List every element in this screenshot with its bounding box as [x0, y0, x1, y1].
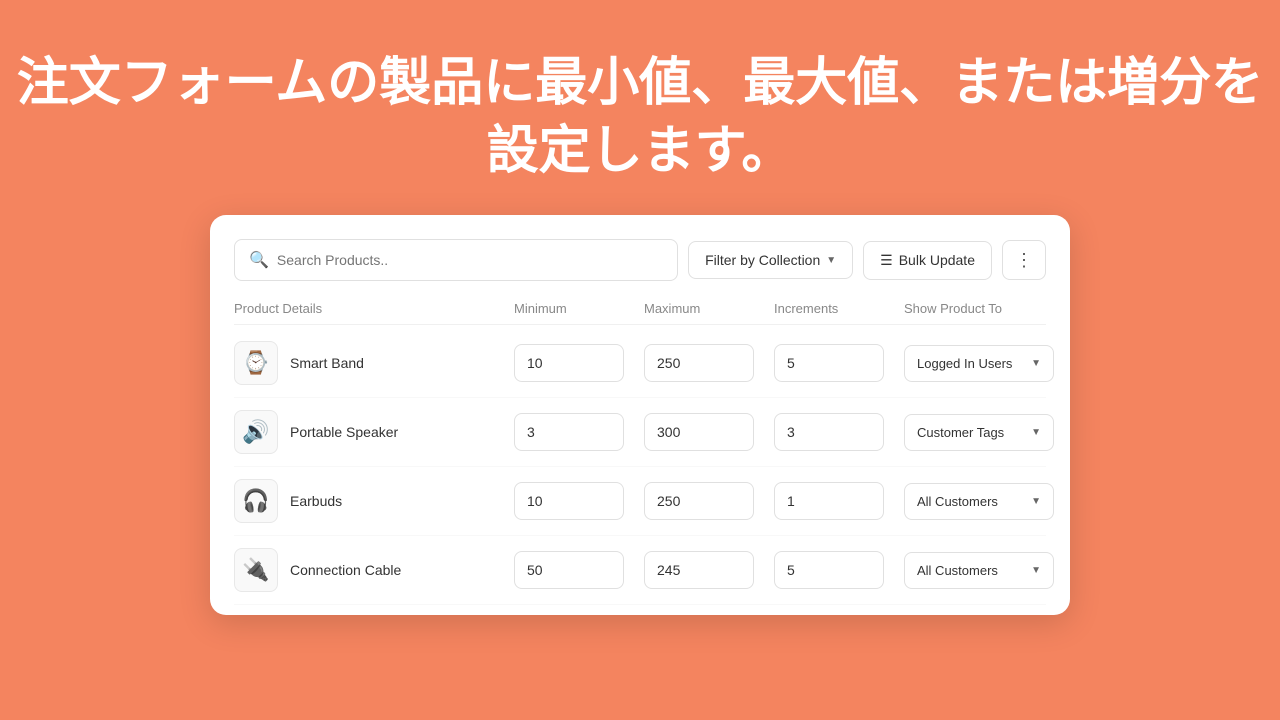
show-to-cell-smart-band[interactable]: Logged In Users ▼ — [904, 345, 1054, 382]
show-to-select-smart-band[interactable]: Logged In Users ▼ — [904, 345, 1054, 382]
table-row: 🎧 Earbuds All Customers ▼ — [234, 467, 1046, 536]
table-body: ⌚ Smart Band Logged In Users ▼ 🔊 Po — [234, 329, 1046, 605]
show-to-chevron-icon: ▼ — [1031, 496, 1041, 507]
table-row: 🔊 Portable Speaker Customer Tags ▼ — [234, 398, 1046, 467]
product-name-portable-speaker: Portable Speaker — [290, 424, 398, 440]
min-input-smart-band[interactable] — [514, 344, 624, 382]
show-to-select-connection-cable[interactable]: All Customers ▼ — [904, 552, 1054, 589]
min-cell-smart-band[interactable] — [514, 344, 644, 382]
product-image-smart-band: ⌚ — [234, 341, 278, 385]
show-to-select-earbuds[interactable]: All Customers ▼ — [904, 483, 1054, 520]
table-row: ⌚ Smart Band Logged In Users ▼ — [234, 329, 1046, 398]
max-cell-connection-cable[interactable] — [644, 551, 774, 589]
show-to-value-portable-speaker: Customer Tags — [917, 425, 1004, 440]
hero-text: 注文フォームの製品に最小値、最大値、または増分を設定します。 — [0, 0, 1280, 215]
bulk-icon: ☰ — [880, 252, 893, 269]
product-cell-portable-speaker: 🔊 Portable Speaker — [234, 410, 514, 454]
table-row: 🔌 Connection Cable All Customers ▼ — [234, 536, 1046, 605]
col-maximum: Maximum — [644, 301, 774, 316]
min-input-portable-speaker[interactable] — [514, 413, 624, 451]
show-to-chevron-icon: ▼ — [1031, 565, 1041, 576]
product-cell-smart-band: ⌚ Smart Band — [234, 341, 514, 385]
increment-cell-smart-band[interactable] — [774, 344, 904, 382]
product-image-connection-cable: 🔌 — [234, 548, 278, 592]
show-to-chevron-icon: ▼ — [1031, 427, 1041, 438]
show-to-chevron-icon: ▼ — [1031, 358, 1041, 369]
show-to-value-smart-band: Logged In Users — [917, 356, 1012, 371]
show-to-cell-portable-speaker[interactable]: Customer Tags ▼ — [904, 414, 1054, 451]
filter-chevron-icon: ▼ — [826, 255, 836, 266]
more-options-button[interactable]: ⋮ — [1002, 240, 1046, 280]
increment-input-connection-cable[interactable] — [774, 551, 884, 589]
show-to-select-portable-speaker[interactable]: Customer Tags ▼ — [904, 414, 1054, 451]
product-image-earbuds: 🎧 — [234, 479, 278, 523]
max-cell-smart-band[interactable] — [644, 344, 774, 382]
min-cell-portable-speaker[interactable] — [514, 413, 644, 451]
main-card: 🔍 Filter by Collection ▼ ☰ Bulk Update ⋮… — [210, 215, 1070, 615]
bulk-update-button[interactable]: ☰ Bulk Update — [863, 241, 992, 280]
search-input[interactable] — [277, 252, 663, 268]
product-cell-earbuds: 🎧 Earbuds — [234, 479, 514, 523]
show-to-cell-connection-cable[interactable]: All Customers ▼ — [904, 552, 1054, 589]
hero-section: 注文フォームの製品に最小値、最大値、または増分を設定します。 — [0, 0, 1280, 215]
increment-cell-connection-cable[interactable] — [774, 551, 904, 589]
col-increments: Increments — [774, 301, 904, 316]
search-icon: 🔍 — [249, 250, 269, 270]
table-header: Product Details Minimum Maximum Incremen… — [234, 301, 1046, 325]
increment-input-portable-speaker[interactable] — [774, 413, 884, 451]
filter-label: Filter by Collection — [705, 252, 820, 268]
product-image-portable-speaker: 🔊 — [234, 410, 278, 454]
increment-cell-portable-speaker[interactable] — [774, 413, 904, 451]
max-cell-earbuds[interactable] — [644, 482, 774, 520]
product-cell-connection-cable: 🔌 Connection Cable — [234, 548, 514, 592]
min-input-connection-cable[interactable] — [514, 551, 624, 589]
product-name-connection-cable: Connection Cable — [290, 562, 401, 578]
increment-input-earbuds[interactable] — [774, 482, 884, 520]
max-cell-portable-speaker[interactable] — [644, 413, 774, 451]
max-input-connection-cable[interactable] — [644, 551, 754, 589]
col-minimum: Minimum — [514, 301, 644, 316]
max-input-smart-band[interactable] — [644, 344, 754, 382]
show-to-value-connection-cable: All Customers — [917, 563, 998, 578]
max-input-portable-speaker[interactable] — [644, 413, 754, 451]
show-to-cell-earbuds[interactable]: All Customers ▼ — [904, 483, 1054, 520]
bulk-label: Bulk Update — [899, 252, 975, 268]
show-to-value-earbuds: All Customers — [917, 494, 998, 509]
search-box[interactable]: 🔍 — [234, 239, 678, 281]
min-cell-earbuds[interactable] — [514, 482, 644, 520]
increment-cell-earbuds[interactable] — [774, 482, 904, 520]
increment-input-smart-band[interactable] — [774, 344, 884, 382]
product-name-earbuds: Earbuds — [290, 493, 342, 509]
min-input-earbuds[interactable] — [514, 482, 624, 520]
min-cell-connection-cable[interactable] — [514, 551, 644, 589]
product-name-smart-band: Smart Band — [290, 355, 364, 371]
col-show-to: Show Product To — [904, 301, 1046, 316]
toolbar: 🔍 Filter by Collection ▼ ☰ Bulk Update ⋮ — [234, 239, 1046, 281]
more-icon: ⋮ — [1015, 250, 1033, 270]
max-input-earbuds[interactable] — [644, 482, 754, 520]
col-product: Product Details — [234, 301, 514, 316]
filter-button[interactable]: Filter by Collection ▼ — [688, 241, 853, 279]
